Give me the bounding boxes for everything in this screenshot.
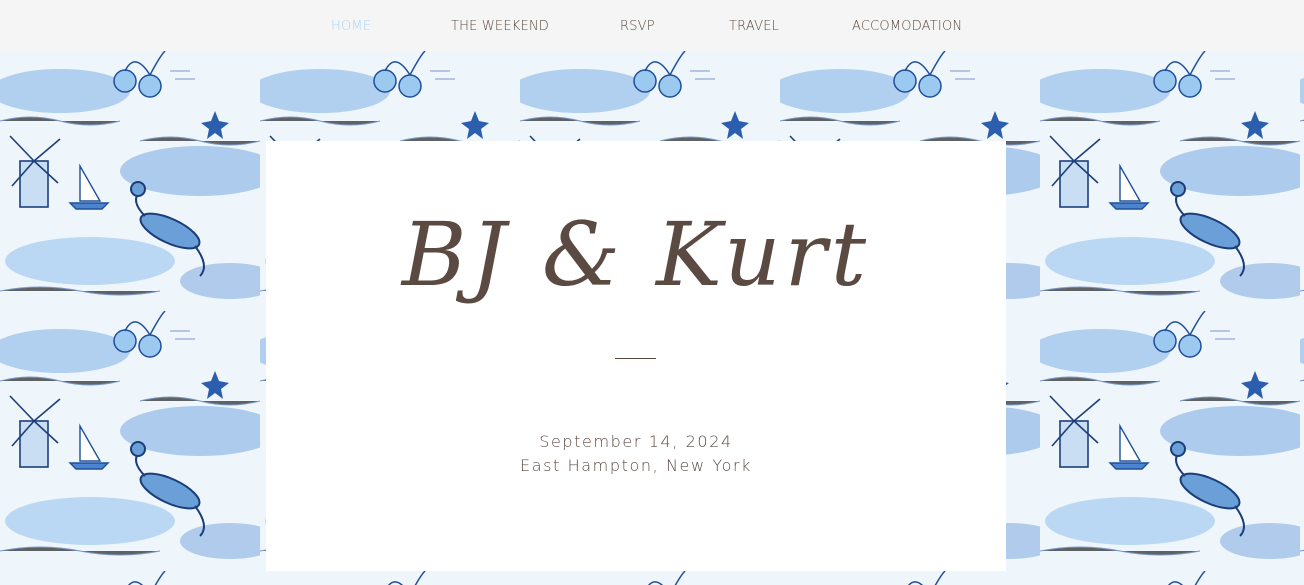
- wedding-date: September 14, 2024: [539, 432, 733, 451]
- nav-travel[interactable]: TRAVEL: [729, 19, 779, 34]
- divider-line: [615, 358, 656, 359]
- nav-rsvp[interactable]: RSVP: [620, 19, 655, 34]
- nav-accomodation[interactable]: ACCOMODATION: [852, 19, 962, 34]
- top-navigation: HOME THE WEEKEND RSVP TRAVEL ACCOMODATIO…: [0, 0, 1304, 51]
- wedding-location: East Hampton, New York: [519, 456, 753, 475]
- hero-section: [0, 51, 1304, 585]
- couple-names: BJ & Kurt: [401, 203, 871, 306]
- nav-the-weekend[interactable]: THE WEEKEND: [451, 19, 549, 34]
- nav-home[interactable]: HOME: [331, 19, 371, 34]
